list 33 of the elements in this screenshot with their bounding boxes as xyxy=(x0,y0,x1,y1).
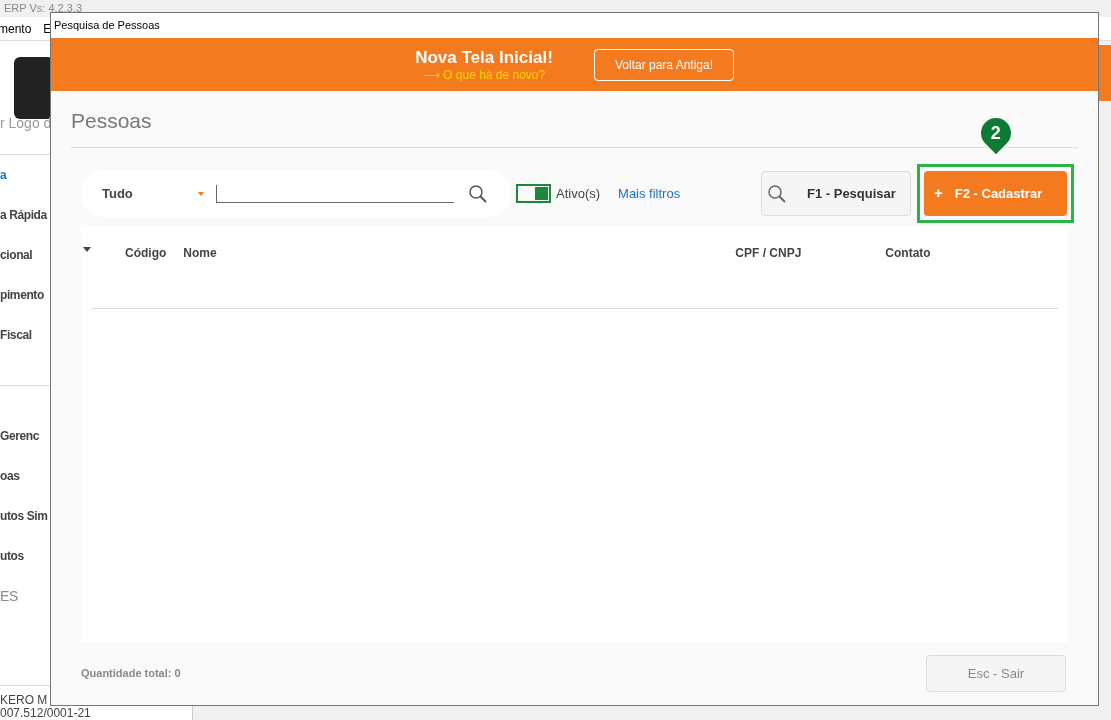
active-label: Ativo(s) xyxy=(556,184,601,203)
sort-caret-icon[interactable] xyxy=(83,246,91,252)
sidebar-item[interactable]: pimento xyxy=(0,286,44,304)
search-icon xyxy=(767,183,787,204)
more-filters-link[interactable]: Mais filtros xyxy=(618,183,681,204)
sidebar-item[interactable]: Fiscal xyxy=(0,326,32,344)
caret-icon xyxy=(198,191,204,196)
search-icon[interactable] xyxy=(468,183,488,204)
menu-item[interactable]: E xyxy=(43,19,52,38)
active-toggle[interactable] xyxy=(516,184,551,203)
company-text: 007.512/0001-21 xyxy=(0,707,92,720)
sidebar-item[interactable]: ES xyxy=(0,585,18,607)
sidebar-item[interactable]: oas xyxy=(0,467,20,485)
search-field[interactable] xyxy=(216,184,454,203)
sidebar-item[interactable]: a Rápida xyxy=(0,206,47,224)
column-header[interactable]: Nome xyxy=(183,243,736,262)
column-header[interactable]: Código xyxy=(125,243,167,262)
window-title: Pesquisa de Pessoas xyxy=(54,18,160,34)
total-count: Quantidade total: 0 xyxy=(81,666,181,682)
column-header[interactable]: Contato xyxy=(885,243,931,262)
company-text: KERO M xyxy=(0,694,49,707)
sidebar-item[interactable]: Gerenc xyxy=(0,427,39,445)
logo-caption: r Logo d xyxy=(0,115,52,131)
search-button[interactable]: F1 - Pesquisar xyxy=(761,171,911,216)
sidebar-item[interactable]: utos Sim xyxy=(0,507,48,525)
banner-title: Nova Tela Inicial! xyxy=(415,47,553,68)
sidebar-item[interactable]: utos xyxy=(0,547,24,565)
version-label: ERP Vs: 4.2.3.3 xyxy=(4,2,83,14)
page-title: Pessoas xyxy=(71,109,152,132)
filter-dropdown[interactable]: Tudo xyxy=(102,183,198,204)
sidebar-item[interactable]: cional xyxy=(0,246,33,264)
column-header[interactable]: CPF / CNPJ xyxy=(735,243,802,262)
sidebar-item[interactable]: a xyxy=(0,166,7,184)
